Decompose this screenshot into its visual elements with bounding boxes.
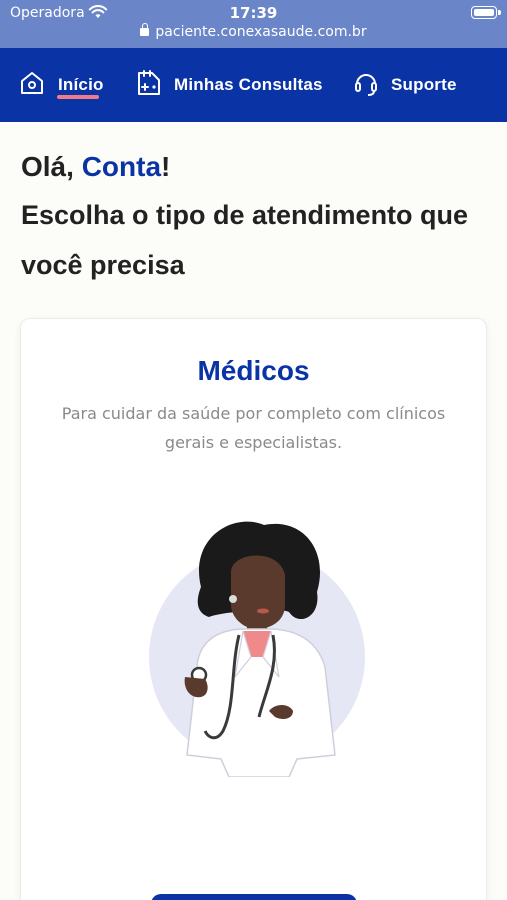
battery-icon: [471, 6, 497, 19]
card-description: Para cuidar da saúde por completo com cl…: [61, 404, 446, 452]
calendar-icon: [136, 69, 162, 101]
clock: 17:39: [229, 4, 278, 22]
top-nav: Início Minhas Consultas Suporte: [0, 48, 507, 122]
lock-icon: [140, 23, 150, 36]
card-title: Médicos: [197, 355, 310, 386]
home-icon: [18, 69, 46, 101]
greeting-subtitle-line2: você precisa: [21, 250, 185, 280]
active-tab-indicator: [57, 95, 99, 99]
greeting-hello: Olá, Conta!: [21, 144, 491, 190]
nav-item-inicio[interactable]: Início: [18, 48, 104, 122]
greeting-prefix: Olá,: [21, 151, 82, 182]
card-action-button[interactable]: [151, 894, 357, 900]
nav-item-suporte[interactable]: Suporte: [353, 48, 457, 122]
greeting-suffix: !: [161, 151, 171, 182]
user-name: Conta: [81, 151, 162, 182]
greeting-subtitle: Escolha o tipo de atendimento que você p…: [21, 190, 491, 290]
url-text: paciente.conexasaude.com.br: [155, 24, 367, 40]
service-card-medicos[interactable]: Médicos Para cuidar da saúde por complet…: [20, 318, 487, 900]
nav-item-label: Início: [58, 75, 104, 94]
nav-item-label: Minhas Consultas: [174, 75, 323, 94]
battery-tip: [498, 10, 501, 15]
url-bar[interactable]: paciente.conexasaude.com.br: [0, 23, 507, 40]
nav-item-label: Suporte: [391, 75, 457, 94]
doctor-illustration: [139, 517, 369, 781]
status-bar: Operadora 17:39 paciente.conexasaude.com…: [0, 0, 507, 48]
greeting-subtitle-line1: Escolha o tipo de atendimento que: [21, 200, 469, 230]
greeting: Olá, Conta! Escolha o tipo de atendiment…: [21, 144, 491, 290]
nav-item-minhas-consultas[interactable]: Minhas Consultas: [136, 48, 323, 122]
headset-icon: [353, 69, 379, 101]
